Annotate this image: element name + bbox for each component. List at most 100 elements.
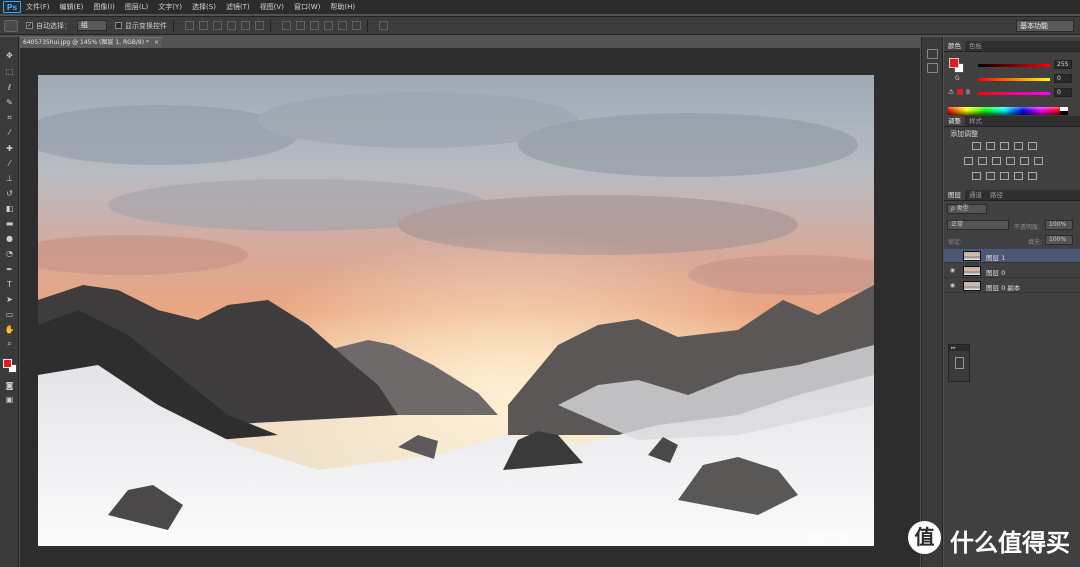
menu-type[interactable]: 文字(Y) — [153, 2, 187, 12]
vibrance-icon[interactable] — [1028, 142, 1037, 150]
layer-row[interactable]: 图层 1 — [944, 249, 1080, 263]
tab-adjustments[interactable]: 调整 — [944, 116, 965, 126]
slider-track[interactable] — [978, 64, 1050, 67]
layer-row[interactable]: ◉ 图层 0 — [944, 264, 1080, 278]
eraser-tool-icon[interactable]: ◧ — [4, 204, 15, 213]
blur-tool-icon[interactable]: ● — [4, 234, 15, 243]
dodge-tool-icon[interactable]: ◔ — [4, 249, 15, 258]
tab-channels[interactable]: 通道 — [965, 190, 986, 200]
crop-tool-icon[interactable]: ⌗ — [4, 113, 15, 122]
eyedropper-tool-icon[interactable]: ⁄ — [4, 128, 15, 137]
selective-color-icon[interactable] — [1028, 172, 1037, 180]
eye-icon[interactable]: ◉ — [949, 282, 956, 289]
color-lookup-icon[interactable] — [1034, 157, 1043, 165]
slider-g[interactable]: G 0 — [944, 74, 1080, 84]
tab-styles[interactable]: 样式 — [965, 116, 986, 126]
menu-window[interactable]: 窗口(W) — [289, 2, 325, 12]
zoom-tool-icon[interactable]: ⌕ — [4, 339, 15, 348]
brightness-icon[interactable] — [972, 142, 981, 150]
align-right-icon[interactable] — [255, 21, 264, 30]
foreground-color-swatch[interactable] — [3, 359, 12, 368]
curves-icon[interactable] — [1000, 142, 1009, 150]
gradient-map-icon[interactable] — [1014, 172, 1023, 180]
menu-image[interactable]: 图像(I) — [88, 2, 120, 12]
history-panel-icon[interactable] — [927, 49, 938, 59]
distribute-hcenter-icon[interactable] — [338, 21, 347, 30]
tool-preset-icon[interactable] — [955, 357, 964, 369]
blend-mode-dropdown[interactable]: 正常 — [947, 220, 1009, 230]
auto-align-icon[interactable] — [379, 21, 388, 30]
quick-mask-icon[interactable]: ◙ — [4, 381, 15, 390]
invert-icon[interactable] — [972, 172, 981, 180]
channel-value[interactable]: 0 — [1054, 74, 1072, 83]
channel-value[interactable]: 0 — [1054, 88, 1072, 97]
menu-filter[interactable]: 滤镜(T) — [221, 2, 255, 12]
menu-view[interactable]: 视图(V) — [255, 2, 289, 12]
posterize-icon[interactable] — [986, 172, 995, 180]
tab-swatches[interactable]: 色板 — [965, 41, 986, 51]
clone-stamp-tool-icon[interactable]: ⊥ — [4, 174, 15, 183]
channel-value[interactable]: 255 — [1054, 60, 1072, 69]
layer-name[interactable]: 图层 0 — [986, 267, 1005, 277]
menu-help[interactable]: 帮助(H) — [325, 2, 360, 12]
quick-select-tool-icon[interactable]: ✎ — [4, 98, 15, 107]
exposure-icon[interactable] — [1014, 142, 1023, 150]
screen-mode-icon[interactable]: ▣ — [4, 395, 15, 404]
tab-color[interactable]: 颜色 — [944, 41, 965, 51]
color-panel-foreground-swatch[interactable] — [949, 58, 959, 68]
align-vcenter-icon[interactable] — [199, 21, 208, 30]
mini-panel-header[interactable]: ▸▸ — [949, 345, 969, 351]
tab-paths[interactable]: 路径 — [986, 190, 1007, 200]
distribute-left-icon[interactable] — [324, 21, 333, 30]
levels-icon[interactable] — [986, 142, 995, 150]
threshold-icon[interactable] — [1000, 172, 1009, 180]
path-select-tool-icon[interactable]: ➤ — [4, 295, 15, 304]
distribute-vcenter-icon[interactable] — [296, 21, 305, 30]
lasso-tool-icon[interactable]: ℓ — [4, 83, 15, 92]
pen-tool-icon[interactable]: ✒ — [4, 265, 15, 274]
fill-field[interactable]: 100% — [1045, 235, 1073, 245]
brush-tool-icon[interactable]: ⁄ — [4, 159, 15, 168]
menu-select[interactable]: 选择(S) — [187, 2, 221, 12]
slider-track[interactable] — [978, 92, 1050, 95]
gradient-tool-icon[interactable]: ▬ — [4, 219, 15, 228]
distribute-bottom-icon[interactable] — [310, 21, 319, 30]
marquee-tool-icon[interactable]: ⬚ — [4, 67, 15, 76]
move-tool-icon[interactable]: ✥ — [4, 51, 15, 60]
healing-brush-tool-icon[interactable]: ✚ — [4, 144, 15, 153]
close-icon[interactable]: × — [154, 38, 159, 48]
move-tool-preset-icon[interactable] — [4, 19, 18, 32]
slider-b[interactable]: B 0 — [944, 88, 1080, 98]
layer-filter-dropdown[interactable]: ρ 类型 — [947, 204, 987, 214]
align-bottom-icon[interactable] — [213, 21, 222, 30]
black-white-icon[interactable] — [992, 157, 1001, 165]
canvas-image[interactable]: © 全景视觉 — [38, 75, 874, 546]
color-spectrum[interactable] — [948, 107, 1060, 115]
layer-name[interactable]: 图层 1 — [986, 252, 1005, 262]
slider-track[interactable] — [978, 78, 1050, 81]
distribute-right-icon[interactable] — [352, 21, 361, 30]
slider-r[interactable]: R 255 — [944, 60, 1080, 70]
hand-tool-icon[interactable]: ✋ — [4, 325, 15, 334]
menu-edit[interactable]: 编辑(E) — [55, 2, 89, 12]
workspace-dropdown[interactable]: 基本功能 — [1016, 20, 1074, 32]
channel-mixer-icon[interactable] — [1020, 157, 1029, 165]
photo-filter-icon[interactable] — [1006, 157, 1015, 165]
align-hcenter-icon[interactable] — [241, 21, 250, 30]
type-tool-icon[interactable]: T — [4, 280, 15, 289]
align-left-icon[interactable] — [227, 21, 236, 30]
menu-layer[interactable]: 图层(L) — [120, 2, 153, 12]
black-white-swatch[interactable] — [1060, 107, 1068, 115]
visibility-toggle[interactable] — [949, 252, 956, 259]
align-top-icon[interactable] — [185, 21, 194, 30]
layer-name[interactable]: 图层 0 副本 — [986, 282, 1020, 292]
color-balance-icon[interactable] — [978, 157, 987, 165]
distribute-top-icon[interactable] — [282, 21, 291, 30]
eye-icon[interactable]: ◉ — [949, 267, 956, 274]
opacity-field[interactable]: 100% — [1045, 220, 1073, 230]
show-transform-checkbox[interactable] — [115, 22, 122, 29]
auto-select-checkbox[interactable]: ✓ — [26, 22, 33, 29]
properties-panel-icon[interactable] — [927, 63, 938, 73]
hue-saturation-icon[interactable] — [964, 157, 973, 165]
layer-row[interactable]: ◉ 图层 0 副本 — [944, 279, 1080, 293]
